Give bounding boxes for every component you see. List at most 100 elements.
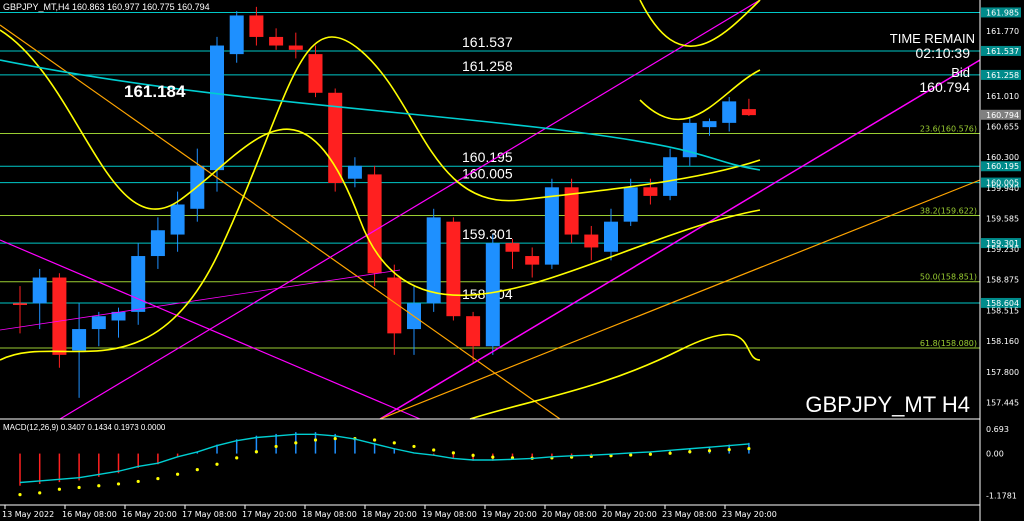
price-tick: 159.940 (986, 184, 1019, 193)
macd-signal-dot (392, 441, 396, 445)
candle-body (367, 174, 382, 274)
macd-signal-dot (707, 449, 712, 453)
macd-signal-dot (195, 468, 199, 472)
fib-label: 50.0(158.851) (920, 273, 977, 282)
macd-signal-dot (97, 484, 101, 488)
time-tick: 17 May 20:00 (242, 510, 297, 519)
macd-signal-dot (294, 441, 298, 445)
macd-tick: 0.00 (986, 450, 1004, 459)
candle-body (466, 316, 481, 347)
time-tick: 18 May 08:00 (302, 510, 357, 519)
price-tick: 161.985 (986, 8, 1019, 17)
price-tick: 161.258 (986, 71, 1019, 80)
candle-body (722, 101, 737, 123)
symbol-info: GBPJPY_MT,H4 160.863 160.977 160.775 160… (3, 2, 210, 12)
macd-signal-dot (274, 444, 278, 449)
candle-body (446, 221, 461, 317)
candle-body (308, 54, 323, 93)
candle-body (13, 303, 27, 306)
candle-body (288, 45, 303, 50)
candle (544, 178, 559, 269)
macd-signal-dot (38, 491, 42, 495)
time-tick: 20 May 20:00 (602, 510, 657, 519)
candle-body (702, 121, 717, 128)
candle-body (347, 165, 362, 179)
macd-signal-dot (116, 482, 121, 486)
price-tick: 157.445 (986, 399, 1019, 408)
macd-signal-dot (254, 450, 258, 454)
level-label: 161.537 (462, 34, 513, 50)
macd-signal-dot (451, 451, 455, 455)
candle-body (643, 187, 658, 196)
fib-label: 38.2(159.622) (920, 206, 977, 215)
price-tick: 161.770 (986, 27, 1019, 36)
macd-signal-dot (688, 450, 692, 454)
macd-signal-dot (373, 438, 377, 442)
time-tick: 23 May 20:00 (722, 510, 777, 519)
macd-signal-dot (313, 438, 318, 442)
candle-body (91, 316, 106, 330)
time-tick: 16 May 20:00 (122, 510, 177, 519)
macd-signal-dot (471, 453, 475, 457)
level-label: 159.301 (462, 226, 513, 242)
macd-signal-dot (727, 448, 731, 452)
candle (426, 208, 441, 312)
price-tick: 159.585 (986, 215, 1019, 224)
macd-signal-dot (668, 451, 672, 455)
macd-signal-dot (432, 448, 436, 452)
price-tick: 160.195 (986, 162, 1019, 171)
candle-body (663, 157, 678, 196)
macd-label: MACD(12,26,9) 0.3407 0.1434 0.1973 0.000… (3, 423, 166, 432)
macd-signal-dot (215, 462, 219, 466)
symbol-watermark: GBPJPY_MT H4 (805, 392, 970, 417)
time-tick: 16 May 08:00 (62, 510, 117, 519)
macd-signal-dot (629, 453, 633, 457)
candle-body (72, 329, 87, 351)
candle-body (485, 243, 500, 347)
macd-signal-dot (235, 456, 239, 460)
time-tick: 18 May 20:00 (362, 510, 417, 519)
price-tick: 158.875 (986, 276, 1019, 285)
candle-body (32, 277, 47, 304)
bid-label: Bid (951, 65, 970, 80)
macd-signal-dot (412, 444, 416, 449)
candle-body (210, 45, 224, 171)
price-tick: 160.655 (986, 123, 1019, 132)
candle-body (269, 36, 284, 46)
macd-signal-dot (176, 472, 180, 476)
candle-body (623, 187, 638, 222)
candle-body (52, 277, 67, 355)
candle-body (741, 109, 756, 116)
price-chart[interactable]: 161.537161.258160.195160.005159.301158.6… (0, 0, 1024, 521)
candle-body (170, 204, 185, 235)
macd-signal-dot (648, 452, 653, 456)
fib-label: 61.8(158.080) (920, 339, 977, 348)
macd-signal-dot (57, 487, 62, 491)
candle-body (150, 230, 165, 257)
time-tick: 19 May 08:00 (422, 510, 477, 519)
level-label: 161.258 (462, 58, 513, 74)
candle-body (249, 15, 264, 37)
price-tick: 161.010 (986, 92, 1019, 101)
candle-body (604, 221, 618, 252)
macd-signal-dot (333, 436, 337, 441)
macd-signal-dot (156, 476, 160, 481)
time-tick: 20 May 08:00 (542, 510, 597, 519)
macd-signal-dot (77, 485, 81, 490)
time-tick: 23 May 08:00 (662, 510, 717, 519)
macd-signal-dot (18, 493, 22, 497)
price-tick: 161.537 (986, 47, 1019, 56)
price-tick: 158.515 (986, 307, 1019, 316)
candle-body (131, 256, 146, 312)
macd-tick: 0.693 (986, 425, 1009, 434)
macd-tick: -1.1781 (986, 492, 1017, 501)
candle (210, 36, 224, 192)
macd-signal-dot (136, 479, 140, 484)
time-tick: 19 May 20:00 (482, 510, 537, 519)
candle (446, 217, 461, 321)
bid-value: 160.794 (919, 79, 970, 95)
time-tick: 13 May 2022 (2, 510, 54, 519)
macd-signal-dot (747, 446, 751, 451)
candle (485, 234, 500, 355)
macd-signal-dot (491, 455, 495, 459)
